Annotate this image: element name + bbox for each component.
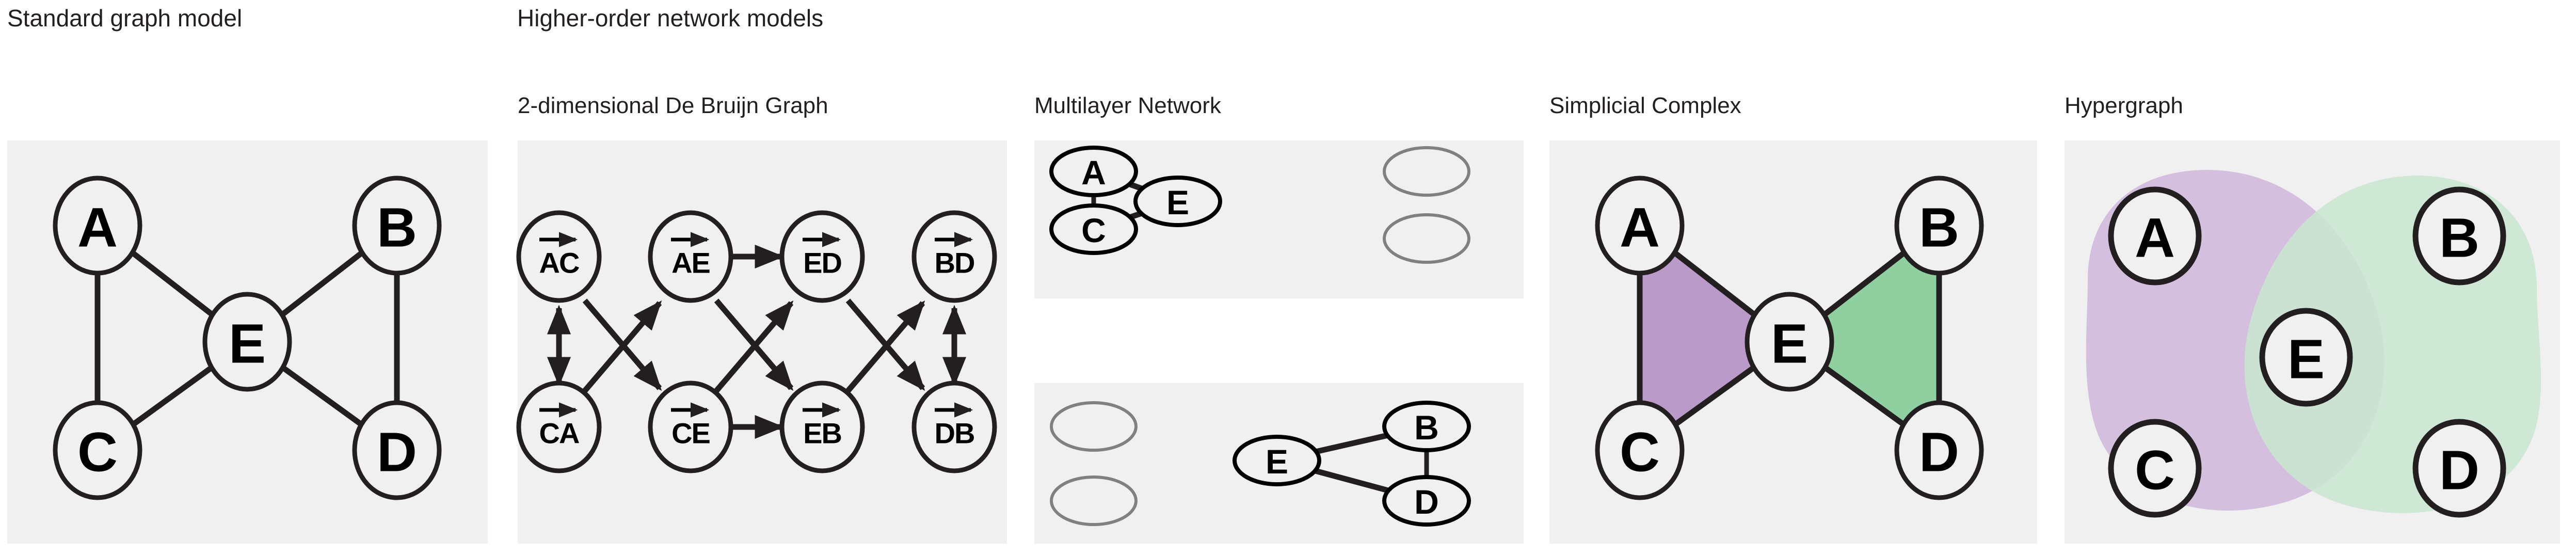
node-e[interactable]: E bbox=[1233, 435, 1321, 486]
figure-root: Standard graph model Higher-order networ… bbox=[0, 0, 2576, 555]
node-db-label: DB bbox=[935, 417, 974, 450]
node-ghost-2 bbox=[1383, 213, 1470, 264]
node-group: A B E C D bbox=[53, 176, 442, 500]
node-ca-label: CA bbox=[539, 417, 579, 450]
node-c-label: C bbox=[1620, 421, 1660, 483]
node-ac[interactable]: AC bbox=[516, 210, 602, 303]
node-a-label: A bbox=[1620, 196, 1660, 259]
panel-title-hypergraph: Hypergraph bbox=[2065, 93, 2183, 118]
node-b[interactable]: B bbox=[2412, 186, 2506, 286]
node-e[interactable]: E bbox=[2259, 308, 2353, 407]
node-e-label: E bbox=[2287, 328, 2325, 390]
node-d-label: D bbox=[377, 421, 417, 483]
layer1-node-group: A C E bbox=[1049, 146, 1470, 264]
node-b-label: B bbox=[1919, 196, 1959, 259]
node-b-label: B bbox=[2439, 207, 2479, 269]
node-a-label: A bbox=[1081, 153, 1106, 192]
node-d-label: D bbox=[2439, 439, 2479, 501]
node-c-label: C bbox=[1081, 211, 1106, 249]
node-ed[interactable]: ED bbox=[779, 210, 865, 303]
layer2-node-group: E B D bbox=[1050, 401, 1471, 527]
node-c[interactable]: C bbox=[1595, 400, 1685, 500]
node-d-label: D bbox=[1414, 483, 1439, 521]
node-ae-label: AE bbox=[671, 247, 710, 279]
panel-title-multilayer: Multilayer Network bbox=[1034, 93, 1221, 118]
node-db[interactable]: DB bbox=[911, 380, 997, 473]
node-a-label: A bbox=[77, 196, 118, 259]
node-c[interactable]: C bbox=[2108, 419, 2202, 518]
node-e[interactable]: E bbox=[1133, 176, 1222, 227]
node-ca[interactable]: CA bbox=[516, 380, 602, 473]
node-b[interactable]: B bbox=[1382, 401, 1471, 452]
panel-multilayer-layer-2: E B D bbox=[1034, 383, 1524, 544]
node-d[interactable]: D bbox=[1894, 400, 1984, 500]
node-ghost-4 bbox=[1050, 475, 1138, 526]
de-bruijn-edge-group bbox=[547, 244, 967, 439]
node-e-label: E bbox=[1166, 183, 1189, 221]
node-ed-label: ED bbox=[803, 247, 841, 279]
node-ae[interactable]: AE bbox=[648, 210, 733, 303]
node-b[interactable]: B bbox=[1894, 176, 1984, 276]
panel-title-de-bruijn: 2-dimensional De Bruijn Graph bbox=[518, 93, 828, 118]
node-c-label: C bbox=[77, 421, 118, 483]
node-ghost-3 bbox=[1050, 401, 1138, 452]
node-d[interactable]: D bbox=[1382, 475, 1471, 527]
node-e-label: E bbox=[229, 312, 266, 375]
node-d[interactable]: D bbox=[2412, 419, 2506, 518]
panel-title-simplicial: Simplicial Complex bbox=[1549, 93, 1741, 118]
node-a[interactable]: A bbox=[1049, 146, 1138, 197]
node-ce-label: CE bbox=[671, 417, 710, 450]
node-d[interactable]: D bbox=[352, 400, 442, 500]
node-e-label: E bbox=[1771, 312, 1808, 375]
node-eb-label: EB bbox=[803, 417, 841, 450]
node-ce[interactable]: CE bbox=[648, 380, 733, 473]
node-c[interactable]: C bbox=[53, 400, 142, 500]
node-ac-label: AC bbox=[539, 247, 579, 279]
node-e[interactable]: E bbox=[202, 292, 292, 392]
node-d-label: D bbox=[1919, 421, 1959, 483]
panel-de-bruijn: AC AE ED BD CA CE EB DB bbox=[516, 140, 1007, 544]
node-b-label: B bbox=[1414, 408, 1439, 447]
section-title-higher-order: Higher-order network models bbox=[517, 5, 824, 31]
node-a[interactable]: A bbox=[1595, 176, 1685, 276]
node-c-label: C bbox=[2135, 439, 2175, 501]
node-eb[interactable]: EB bbox=[779, 380, 865, 473]
panel-standard-graph: A B E C D bbox=[7, 140, 488, 544]
node-a[interactable]: A bbox=[53, 176, 142, 276]
panel-hypergraph: A B E C D bbox=[2065, 140, 2560, 544]
node-b-label: B bbox=[377, 196, 417, 259]
panel-simplicial-complex: A B E C D bbox=[1549, 140, 2037, 544]
node-ghost-1 bbox=[1383, 146, 1470, 197]
node-bd-label: BD bbox=[935, 247, 974, 279]
node-b[interactable]: B bbox=[352, 176, 442, 276]
panel-multilayer-layer-1: A C E bbox=[1034, 140, 1524, 298]
node-bd[interactable]: BD bbox=[911, 210, 997, 303]
node-e[interactable]: E bbox=[1745, 292, 1834, 392]
section-title-standard: Standard graph model bbox=[7, 5, 243, 31]
node-a[interactable]: A bbox=[2108, 186, 2202, 286]
node-a-label: A bbox=[2135, 207, 2175, 269]
node-e-label: E bbox=[1266, 442, 1288, 481]
node-c[interactable]: C bbox=[1049, 203, 1138, 255]
